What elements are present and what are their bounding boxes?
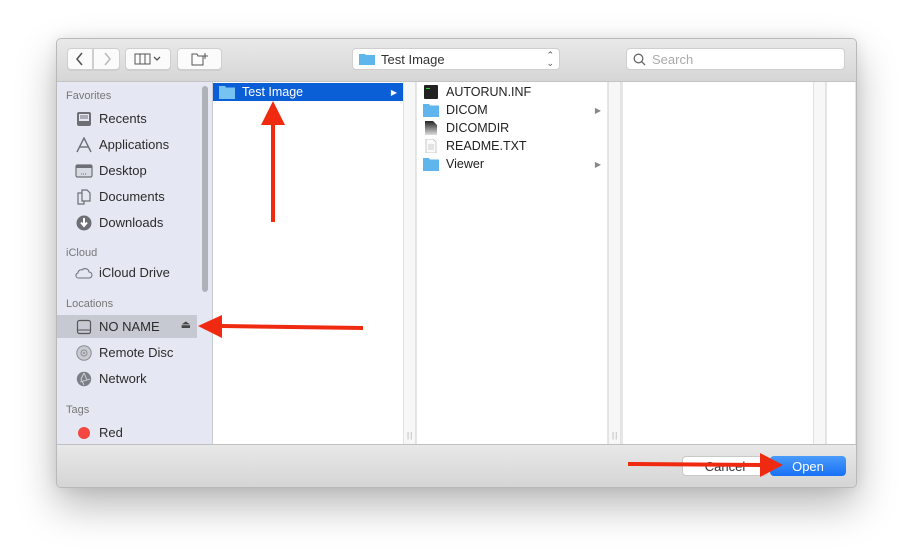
column-divider[interactable]	[813, 82, 826, 444]
item-name: DICOM	[446, 103, 488, 117]
browser-column-3	[623, 82, 813, 444]
sidebar-item-label: Desktop	[99, 163, 147, 178]
disc-icon	[74, 344, 94, 362]
dialog-footer: Cancel Open	[57, 444, 856, 487]
chevron-left-icon	[75, 52, 83, 66]
sidebar-item-label: Documents	[99, 189, 165, 204]
tag-red-icon	[74, 424, 94, 442]
sidebar-section-locations: Locations	[66, 298, 114, 310]
disclosure-arrow-icon: ▶	[594, 105, 601, 115]
downloads-icon	[74, 214, 94, 232]
list-item-dicom[interactable]: DICOM ▶	[417, 101, 607, 119]
sidebar-section-tags: Tags	[66, 404, 90, 416]
sidebar-item-icloud-drive[interactable]: iCloud Drive	[57, 261, 197, 284]
item-name: DICOMDIR	[446, 121, 510, 135]
cloud-icon	[74, 264, 94, 282]
open-button[interactable]: Open	[770, 456, 846, 476]
sidebar-section-icloud: iCloud	[66, 247, 98, 259]
toolbar: Test Image ⌃ ⌄	[57, 39, 856, 82]
item-name: Test Image	[242, 85, 304, 99]
open-file-dialog: Test Image ⌃⌄ Favorites Recents Applicat…	[56, 38, 857, 488]
sidebar-item-label: Downloads	[99, 215, 164, 230]
sidebar-item-documents[interactable]: Documents	[57, 185, 197, 208]
desktop-icon	[74, 162, 94, 180]
disclosure-arrow-icon: ▶	[390, 87, 397, 97]
cancel-button[interactable]: Cancel	[682, 456, 768, 476]
sidebar: Favorites Recents Applications Desktop D…	[57, 82, 213, 444]
resize-grip-icon[interactable]: ||	[407, 431, 413, 440]
browser-column-2: AUTORUN.INF DICOM ▶ DICOMDIR README.TXT …	[417, 82, 607, 444]
chevron-right-icon	[103, 52, 111, 66]
network-icon	[74, 370, 94, 388]
disclosure-arrow-icon: ▶	[594, 159, 601, 169]
sidebar-item-desktop[interactable]: Desktop	[57, 159, 197, 182]
search-field[interactable]	[626, 48, 845, 70]
sidebar-item-downloads[interactable]: Downloads	[57, 211, 197, 234]
resize-grip-icon[interactable]: ||	[612, 431, 618, 440]
executable-icon	[424, 85, 438, 99]
column-view-icon	[134, 53, 161, 65]
eject-icon[interactable]: ⏏	[181, 318, 191, 331]
sidebar-item-label: Network	[99, 371, 147, 386]
path-popup[interactable]: Test Image ⌃ ⌄	[352, 48, 560, 70]
documents-icon	[74, 188, 94, 206]
item-name: AUTORUN.INF	[446, 85, 532, 99]
new-folder-button[interactable]	[177, 48, 222, 70]
forward-button[interactable]	[93, 48, 120, 70]
list-item-viewer[interactable]: Viewer ▶	[417, 155, 607, 173]
view-mode-button[interactable]	[125, 48, 171, 70]
browser-column-4	[827, 82, 855, 444]
sidebar-item-no-name[interactable]: NO NAME ⏏	[57, 315, 197, 338]
back-button[interactable]	[67, 48, 93, 70]
sidebar-item-recents[interactable]: Recents	[57, 107, 197, 130]
column-divider[interactable]: ||	[403, 82, 416, 444]
sidebar-scrollbar[interactable]	[202, 86, 208, 292]
sidebar-item-label: Recents	[99, 111, 147, 126]
browser-column-1: Test Image ▶	[213, 82, 403, 444]
list-item-readme[interactable]: README.TXT	[417, 137, 607, 155]
sidebar-item-label: Red	[99, 425, 123, 440]
new-folder-icon	[191, 53, 208, 66]
folder-icon	[423, 158, 439, 171]
sidebar-item-remote-disc[interactable]: Remote Disc	[57, 341, 197, 364]
search-icon	[633, 53, 646, 65]
item-name: Viewer	[446, 157, 484, 171]
recents-icon	[74, 110, 94, 128]
folder-icon	[423, 104, 439, 117]
sidebar-item-label: iCloud Drive	[99, 265, 170, 280]
item-name: README.TXT	[446, 139, 527, 153]
sidebar-item-label: Applications	[99, 137, 170, 152]
path-popup-value: Test Image	[381, 51, 445, 67]
sidebar-section-favorites: Favorites	[66, 90, 112, 102]
list-item-test-image[interactable]: Test Image ▶	[213, 83, 403, 101]
list-item-dicomdir[interactable]: DICOMDIR	[417, 119, 607, 137]
folder-icon	[359, 54, 375, 65]
list-item-autorun[interactable]: AUTORUN.INF	[417, 83, 607, 101]
sidebar-item-applications[interactable]: Applications	[57, 133, 197, 156]
applications-icon	[74, 136, 94, 154]
document-dark-icon	[425, 121, 437, 135]
sidebar-item-tag-red[interactable]: Red	[57, 421, 197, 444]
sidebar-item-network[interactable]: Network	[57, 367, 197, 390]
text-file-icon	[425, 139, 437, 153]
folder-icon	[219, 86, 235, 99]
up-down-chevron-icon: ⌃ ⌄	[546, 50, 554, 68]
drive-icon	[74, 318, 94, 336]
sidebar-item-label: Remote Disc	[99, 345, 174, 360]
search-input[interactable]	[650, 50, 834, 68]
column-divider[interactable]: ||	[608, 82, 621, 444]
sidebar-item-label: NO NAME	[99, 319, 160, 334]
